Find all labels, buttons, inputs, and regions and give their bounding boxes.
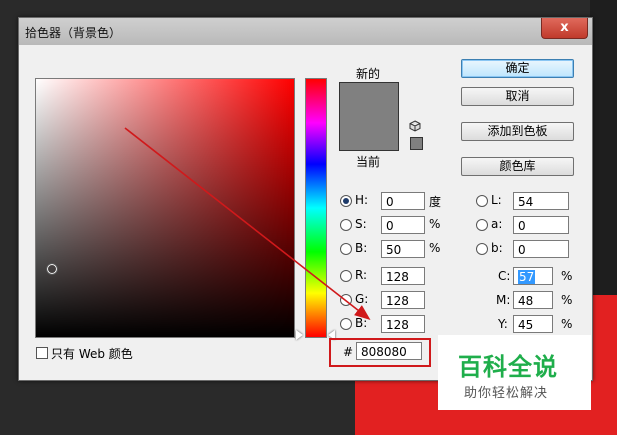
watermark-panel: 百科全说 助你轻松解决: [438, 335, 591, 410]
watermark-subtitle: 助你轻松解决: [464, 386, 549, 401]
watermark-title: 百科全说: [458, 353, 558, 381]
